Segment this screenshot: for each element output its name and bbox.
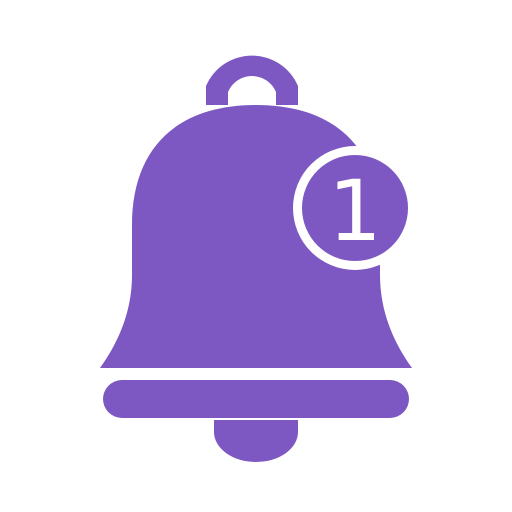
bell-loop <box>206 55 298 105</box>
notification-bell-icon[interactable]: 1 <box>0 0 512 512</box>
bell-base <box>103 380 409 418</box>
bell-notification-icon-stage: 1 <box>0 0 512 512</box>
badge-count: 1 <box>328 162 381 260</box>
bell-clapper <box>214 420 298 462</box>
